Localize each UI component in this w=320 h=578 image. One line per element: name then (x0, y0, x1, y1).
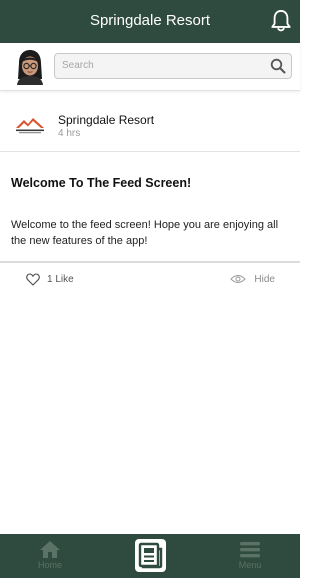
app-header: Springdale Resort (0, 0, 300, 43)
search-placeholder: Search (62, 60, 94, 71)
search-icon[interactable] (270, 58, 286, 74)
nav-home[interactable]: Home (20, 534, 80, 578)
nav-home-label: Home (37, 560, 62, 570)
post-body-text: Welcome to the feed screen! Hope you are… (11, 219, 279, 247)
nav-feed[interactable] (135, 539, 166, 572)
resort-logo (16, 118, 44, 134)
hide-label: Hide (254, 273, 275, 285)
eye-icon (230, 275, 247, 283)
hide-button[interactable]: Hide (230, 271, 275, 287)
bell-icon[interactable] (270, 9, 292, 33)
nav-menu-label: Menu (238, 560, 262, 570)
search-bar-row: Search (0, 43, 300, 91)
post-author[interactable]: Springdale Resort (58, 113, 154, 127)
post-timestamp: 4 hrs (58, 128, 81, 139)
search-input[interactable]: Search (54, 53, 292, 79)
heart-icon (26, 272, 40, 286)
post-header: Springdale Resort 4 hrs (0, 100, 300, 152)
like-count: 1 Like (47, 273, 74, 285)
like-button[interactable]: 1 Like (26, 271, 74, 287)
nav-menu[interactable]: Menu (220, 534, 280, 578)
post-title: Welcome To The Feed Screen! (11, 176, 192, 190)
hamburger-icon (240, 542, 260, 558)
home-icon (40, 541, 60, 558)
app-title: Springdale Resort (89, 12, 211, 29)
post-content: Welcome To The Feed Screen! Welcome to t… (0, 153, 300, 263)
newspaper-icon (138, 542, 163, 569)
avatar[interactable] (14, 49, 46, 85)
post-actions: 1 Like Hide (0, 264, 300, 294)
